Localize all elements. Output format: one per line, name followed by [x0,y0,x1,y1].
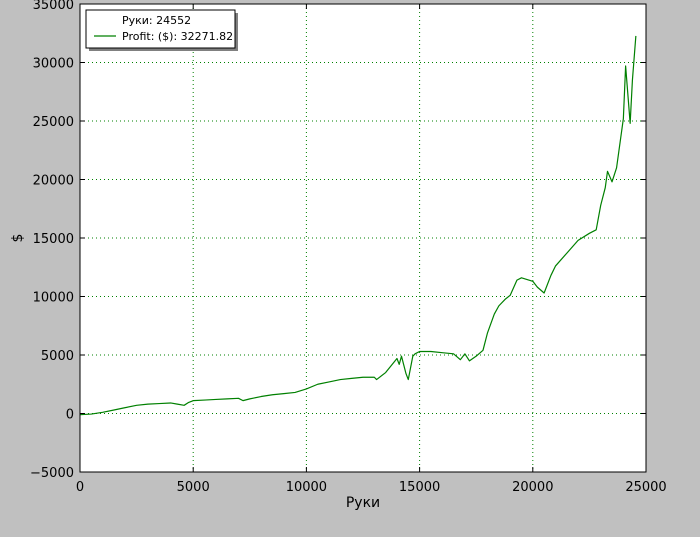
x-axis-label: Руки [346,495,380,511]
y-tick-label: 15000 [33,232,74,247]
y-tick-label: 30000 [33,57,74,72]
y-tick-label: 20000 [33,174,74,189]
y-axis-label: $ [10,234,26,243]
y-tick-label: 10000 [33,291,74,306]
y-tick-label: 5000 [41,349,74,364]
y-tick-label: 25000 [33,115,74,130]
x-tick-label: 10000 [286,480,327,495]
x-tick-label: 25000 [625,480,666,495]
profit-chart: 0 5000 10000 15000 20000 25000−50000500010000… [10,0,667,511]
x-tick-label: 5000 [177,480,210,495]
x-tick-label: 20000 [512,480,553,495]
legend-entry-label: Profit: ($): 32271.82 [122,30,233,43]
y-tick-label: 0 [66,408,74,423]
y-tick-label: 35000 [33,0,74,13]
x-tick-label: 15000 [399,480,440,495]
y-tick-label: −5000 [30,466,74,481]
legend-entry-label: Руки: 24552 [122,14,191,27]
x-tick-label: 0 [76,480,84,495]
chart-figure: 0 5000 10000 15000 20000 25000 −5000 0 5000 10000… [0,0,700,533]
